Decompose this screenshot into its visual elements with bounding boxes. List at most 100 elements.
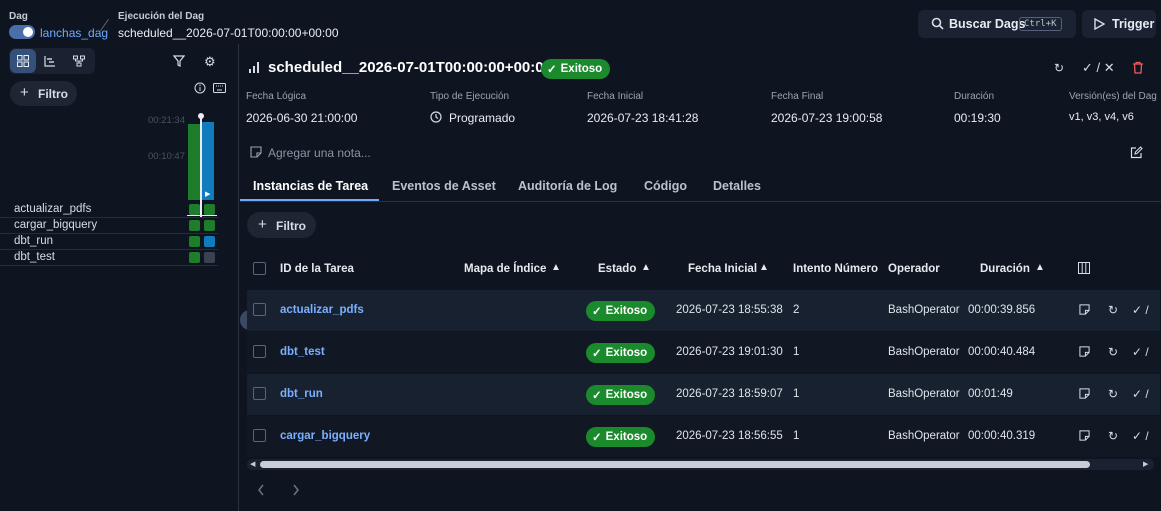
task-state-badge: ✓ Exitoso (586, 427, 656, 447)
row-checkbox[interactable] (253, 345, 266, 358)
task-instance-square[interactable] (204, 252, 215, 263)
col-start-date[interactable]: Fecha Inicial (688, 263, 757, 275)
clear-run-icon[interactable]: ↻ (1054, 61, 1064, 75)
meta-end-date-value: 2026-07-23 19:00:58 (771, 111, 883, 125)
gantt-view-icon[interactable] (44, 55, 56, 67)
mark-as-icon[interactable]: ✓ / ✕ (1082, 60, 1115, 76)
meta-run-type-label: Tipo de Ejecución (430, 91, 510, 102)
settings-gear-icon[interactable]: ⚙ (204, 54, 216, 70)
sort-icon[interactable]: ▲ (759, 262, 769, 273)
run-bar-selected[interactable] (202, 122, 214, 200)
task-row-dbt-run[interactable]: dbt_run (0, 234, 218, 250)
task-id-link[interactable]: dbt_test (280, 346, 325, 358)
table-row[interactable]: dbt_run ✓ Exitoso 2026-07-23 18:59:07 1 B… (247, 374, 1160, 415)
col-state[interactable]: Estado (598, 263, 636, 275)
table-row[interactable]: actualizar_pdfs ✓ Exitoso 2026-07-23 18:5… (247, 290, 1160, 331)
task-operator: BashOperator (888, 388, 960, 400)
task-instance-square[interactable] (189, 252, 200, 263)
note-icon[interactable] (1079, 388, 1090, 399)
scroll-left-arrow[interactable]: ◀ (250, 460, 255, 468)
task-duration: 00:00:40.484 (968, 346, 1036, 358)
meta-dag-versions-value: v1, v3, v4, v6 (1069, 111, 1134, 123)
scroll-right-arrow[interactable]: ▶ (1143, 460, 1148, 468)
col-map-index[interactable]: Mapa de Índice (464, 263, 546, 275)
grid-view-button[interactable] (10, 49, 36, 73)
task-instance-square[interactable] (189, 236, 200, 247)
sort-icon[interactable]: ▲ (641, 262, 651, 273)
meta-end-date-label: Fecha Final (771, 91, 824, 102)
note-icon[interactable] (1079, 304, 1090, 315)
task-row-actualizar-pdfs[interactable]: actualizar_pdfs (0, 202, 218, 218)
keyboard-icon[interactable] (213, 83, 226, 93)
running-play-icon: ▶ (205, 191, 211, 198)
col-task-id[interactable]: ID de la Tarea (280, 263, 354, 275)
pagination-prev-icon[interactable] (257, 484, 265, 496)
run-state-label: Exitoso (560, 63, 603, 75)
filter-icon[interactable] (173, 55, 185, 67)
note-icon (250, 146, 262, 158)
task-try-number: 1 (793, 346, 800, 358)
add-note-placeholder[interactable]: Agregar una nota... (268, 146, 371, 160)
mark-task-icon[interactable]: ✓ / (1132, 345, 1149, 359)
scrollbar-thumb[interactable] (260, 461, 1090, 468)
edit-note-icon[interactable] (1130, 146, 1143, 159)
mark-task-icon[interactable]: ✓ / (1132, 387, 1149, 401)
task-instance-square[interactable] (189, 204, 200, 215)
left-filter-button[interactable]: + Filtro (10, 81, 77, 106)
delete-trash-icon[interactable] (1132, 61, 1144, 74)
run-bar-previous[interactable] (188, 124, 200, 200)
mark-task-icon[interactable]: ✓ / (1132, 429, 1149, 443)
task-id-link[interactable]: actualizar_pdfs (280, 304, 364, 316)
task-id-link[interactable]: dbt_run (280, 388, 323, 400)
graph-view-icon[interactable] (73, 55, 85, 67)
col-duration[interactable]: Duración (980, 263, 1030, 275)
tab-audit-log[interactable]: Auditoría de Log (518, 179, 617, 193)
search-icon (931, 17, 944, 30)
task-id-link[interactable]: cargar_bigquery (280, 430, 370, 442)
clear-task-icon[interactable]: ↻ (1108, 345, 1118, 359)
search-dags-button[interactable]: Buscar Dags Ctrl+K (918, 10, 1076, 38)
mark-task-icon[interactable]: ✓ / (1132, 303, 1149, 317)
clear-task-icon[interactable]: ↻ (1108, 387, 1118, 401)
task-row-cargar-bigquery[interactable]: cargar_bigquery (0, 218, 218, 234)
table-row[interactable]: cargar_bigquery ✓ Exitoso 2026-07-23 18:5… (247, 416, 1160, 457)
task-try-number: 1 (793, 430, 800, 442)
dag-pause-toggle[interactable] (9, 25, 35, 39)
run-id-breadcrumb[interactable]: scheduled__2026-07-01T00:00:00+00:00 (118, 26, 339, 40)
col-try-number[interactable]: Intento Número (793, 263, 878, 275)
check-icon: ✓ (592, 432, 602, 444)
tab-code[interactable]: Código (644, 179, 687, 193)
dag-link[interactable]: lanchas_dag (40, 26, 108, 40)
pagination-next-icon[interactable] (292, 484, 300, 496)
task-instance-square[interactable] (189, 220, 200, 231)
task-row-dbt-test[interactable]: dbt_test (0, 250, 218, 266)
axis-tick-max: 00:21:34 (148, 115, 185, 126)
tab-asset-events[interactable]: Eventos de Asset (392, 179, 496, 193)
note-icon[interactable] (1079, 430, 1090, 441)
select-all-checkbox[interactable] (253, 262, 266, 275)
row-checkbox[interactable] (253, 387, 266, 400)
task-try-number: 2 (793, 304, 800, 316)
task-instance-square[interactable] (204, 236, 215, 247)
sort-icon[interactable]: ▲ (551, 262, 561, 273)
task-try-number: 1 (793, 388, 800, 400)
sort-icon[interactable]: ▲ (1035, 262, 1045, 273)
row-checkbox[interactable] (253, 429, 266, 442)
clear-task-icon[interactable]: ↻ (1108, 303, 1118, 317)
task-instance-square[interactable] (204, 220, 215, 231)
tab-task-instances[interactable]: Instancias de Tarea (253, 179, 368, 193)
info-icon[interactable] (194, 82, 206, 94)
tab-details[interactable]: Detalles (713, 179, 761, 193)
columns-toggle-icon[interactable] (1078, 262, 1090, 274)
check-icon: ✓ (592, 306, 602, 318)
row-checkbox[interactable] (253, 303, 266, 316)
task-instance-square[interactable] (204, 204, 215, 215)
trigger-button[interactable]: Trigger (1082, 10, 1156, 38)
col-operator[interactable]: Operador (888, 263, 940, 275)
check-icon: ✓ (547, 64, 557, 76)
dag-label: Dag (9, 11, 28, 22)
note-icon[interactable] (1079, 346, 1090, 357)
clear-task-icon[interactable]: ↻ (1108, 429, 1118, 443)
table-row[interactable]: dbt_test ✓ Exitoso 2026-07-23 19:01:30 1 … (247, 332, 1160, 373)
table-filter-button[interactable]: + Filtro (247, 212, 316, 238)
